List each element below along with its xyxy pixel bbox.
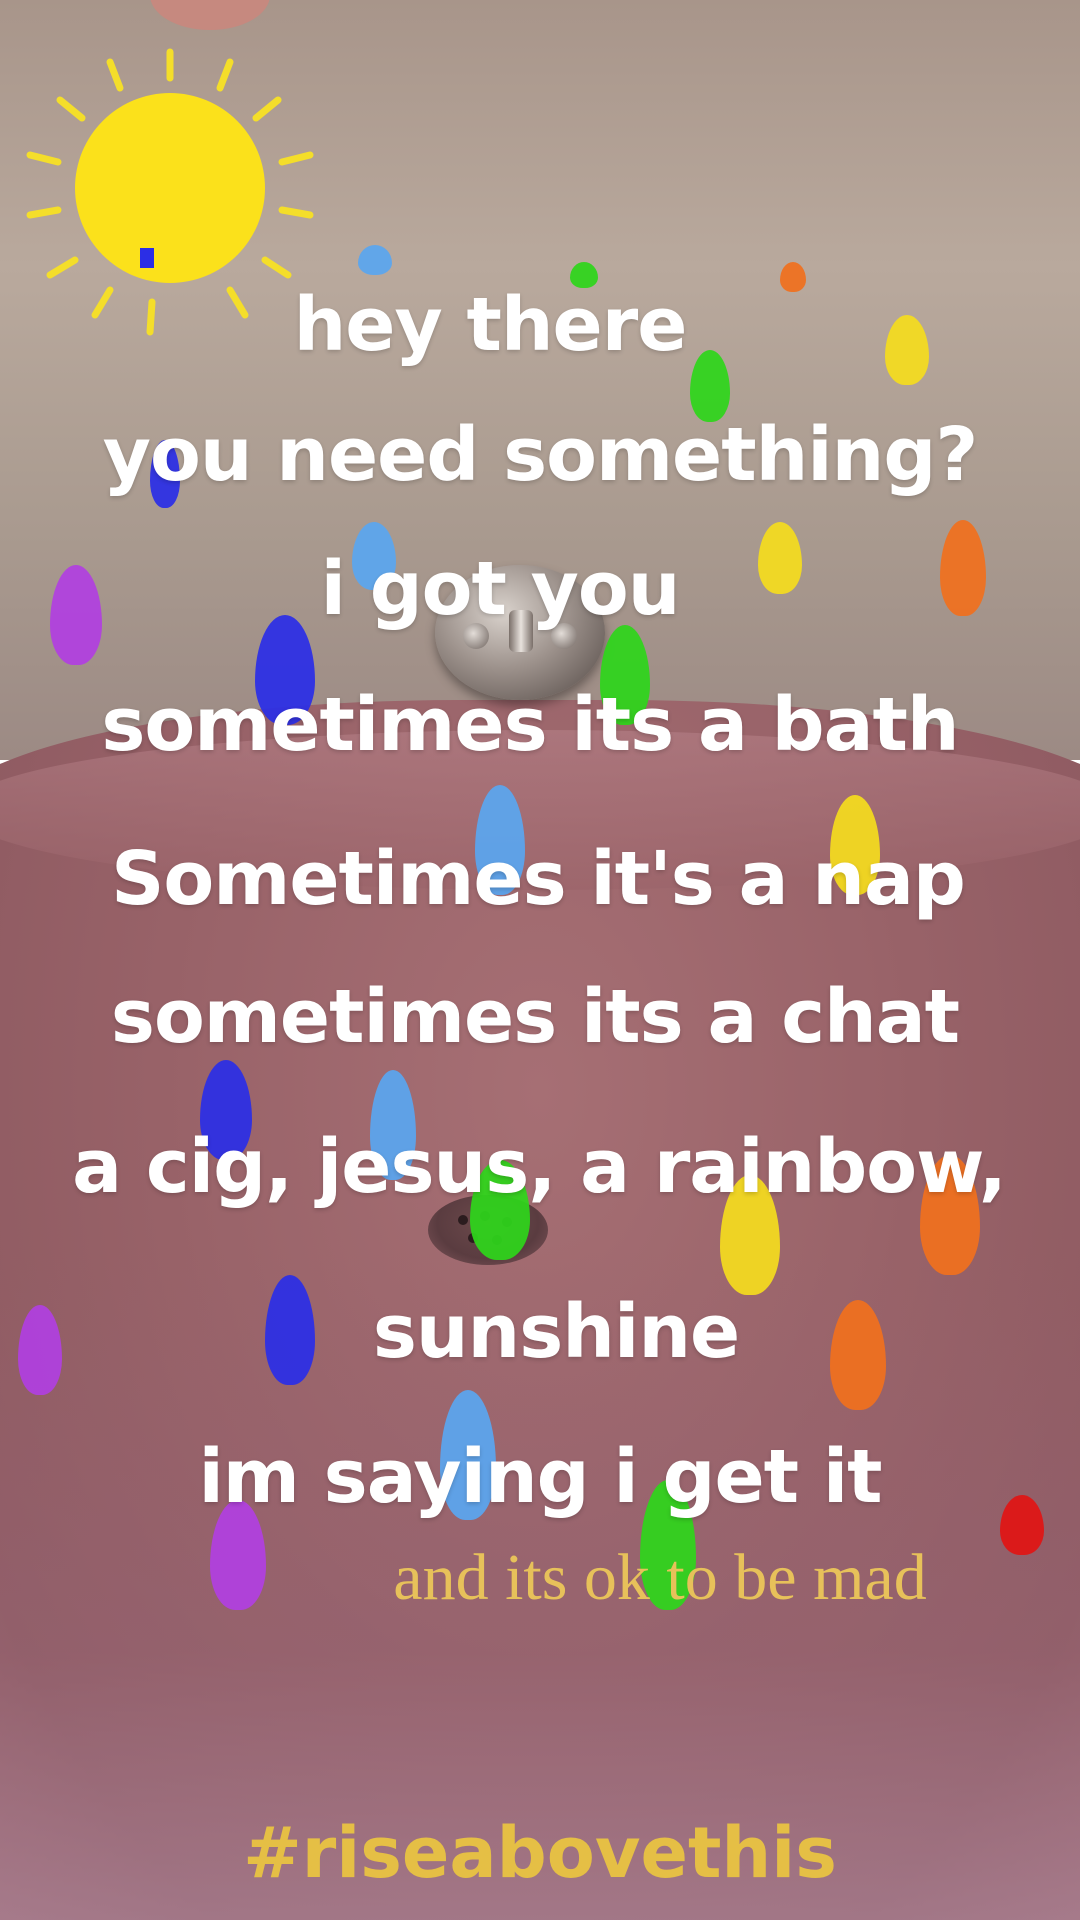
subtitle-caption: and its ok to be mad (393, 1541, 927, 1614)
lyric-line: i got you (320, 546, 681, 632)
lyric-line: hey there (293, 282, 688, 368)
lyric-line: sometimes its a chat (110, 974, 960, 1060)
lyric-line: im saying i get it (198, 1434, 882, 1520)
lyrics-overlay: hey there you need something? i got you … (0, 0, 1080, 1920)
hashtag-caption: #riseabovethis (243, 1812, 837, 1894)
lyric-line: a cig, jesus, a rainbow, (72, 1124, 1007, 1210)
lyric-line: sometimes its a bath (101, 682, 959, 768)
lyric-line: sunshine (372, 1289, 740, 1375)
lyric-line: you need something? (102, 412, 979, 498)
lyric-line: Sometimes it's a nap (111, 836, 966, 922)
